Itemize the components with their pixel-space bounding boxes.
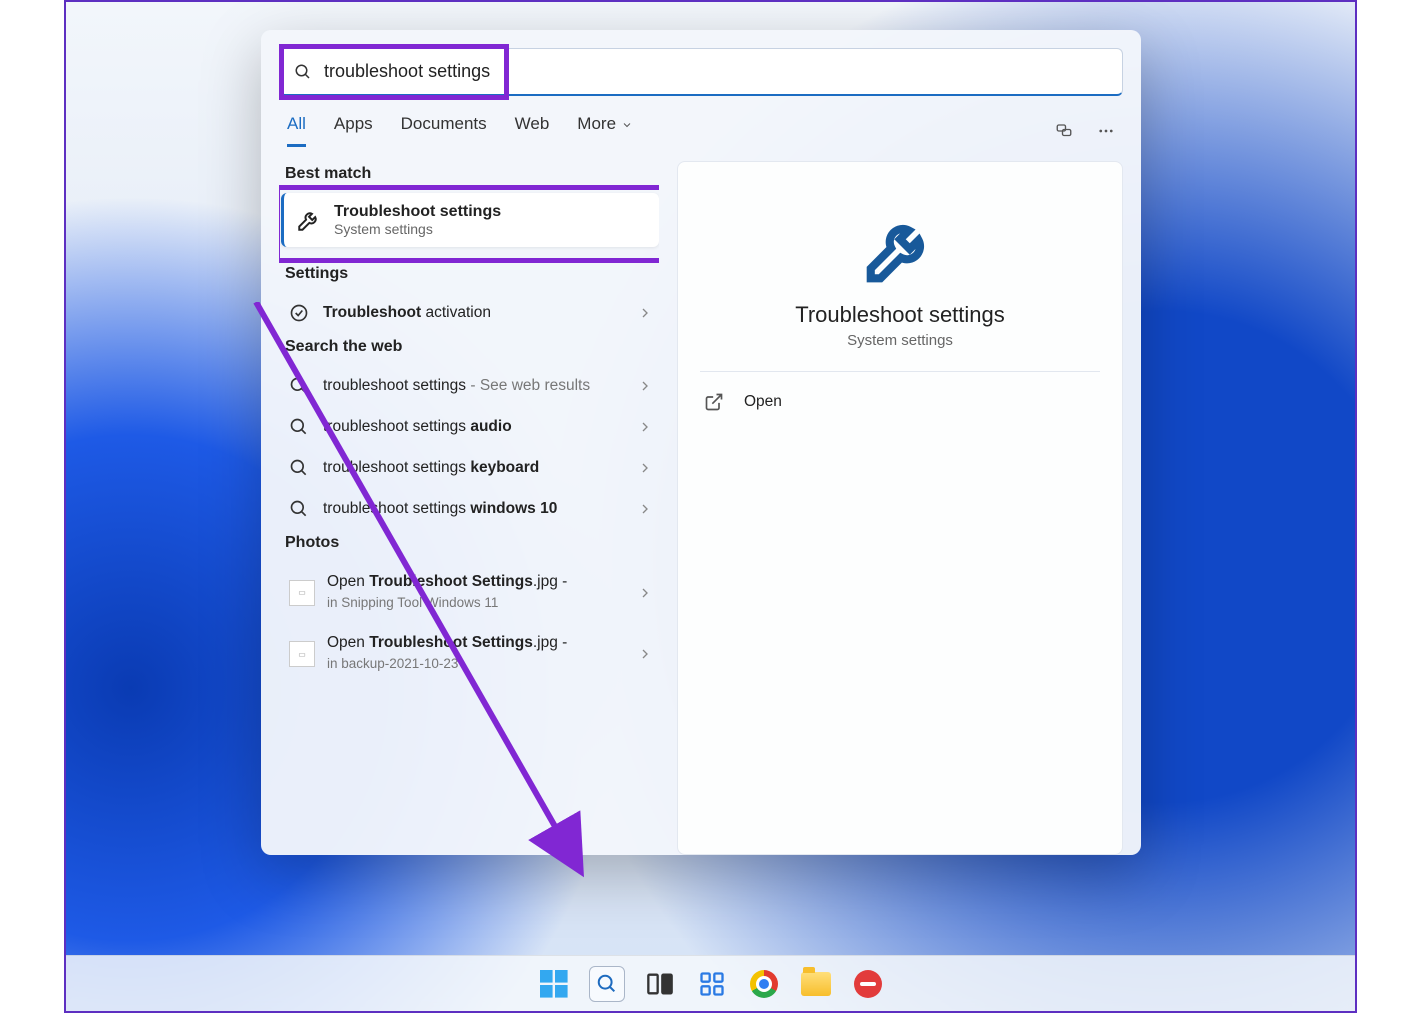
- chevron-right-icon: [637, 419, 653, 435]
- filter-tabs: All Apps Documents Web More: [287, 114, 1115, 147]
- tab-more[interactable]: More: [577, 114, 632, 147]
- search-input[interactable]: [324, 61, 1108, 82]
- photo-result[interactable]: ▭ Open Troubleshoot Settings.jpg -in bac…: [283, 623, 659, 685]
- image-thumb-icon: ▭: [289, 641, 315, 667]
- section-photos: Photos: [285, 534, 657, 552]
- ellipsis-icon[interactable]: [1097, 122, 1115, 140]
- chevron-right-icon: [637, 460, 653, 476]
- app-button[interactable]: [851, 967, 885, 1001]
- taskbar: [66, 955, 1355, 1011]
- start-button[interactable]: [537, 967, 571, 1001]
- task-view-icon: [646, 970, 674, 998]
- open-label: Open: [744, 393, 782, 411]
- chevron-down-icon: [621, 119, 633, 131]
- search-icon: [289, 499, 309, 519]
- task-view-button[interactable]: [643, 967, 677, 1001]
- detail-pane: Troubleshoot settings System settings Op…: [677, 161, 1123, 855]
- search-icon: [289, 376, 309, 396]
- best-match-result[interactable]: Troubleshoot settings System settings: [281, 193, 659, 247]
- tab-documents[interactable]: Documents: [401, 114, 487, 147]
- detail-subtitle: System settings: [847, 332, 953, 349]
- chevron-right-icon: [637, 501, 653, 517]
- best-match-subtitle: System settings: [334, 221, 501, 237]
- results-column: Best match Troubleshoot settings System …: [279, 161, 659, 855]
- start-search-panel: All Apps Documents Web More Best match T…: [261, 30, 1141, 855]
- chevron-right-icon: [637, 646, 653, 662]
- chevron-right-icon: [637, 378, 653, 394]
- detail-title: Troubleshoot settings: [795, 302, 1005, 328]
- search-bar[interactable]: [279, 48, 1123, 96]
- tab-apps[interactable]: Apps: [334, 114, 373, 147]
- best-match-title: Troubleshoot settings: [334, 203, 501, 221]
- photo-result[interactable]: ▭ Open Troubleshoot Settings.jpg -in Sni…: [283, 562, 659, 624]
- taskbar-search-button[interactable]: [589, 966, 625, 1002]
- chevron-right-icon: [637, 305, 653, 321]
- red-app-icon: [854, 970, 882, 998]
- chevron-right-icon: [637, 585, 653, 601]
- separator: [700, 371, 1100, 372]
- open-action[interactable]: Open: [700, 382, 1100, 422]
- chat-icon[interactable]: [1055, 122, 1073, 140]
- chrome-icon: [750, 970, 778, 998]
- section-best-match: Best match: [285, 165, 657, 183]
- chrome-button[interactable]: [747, 967, 781, 1001]
- search-icon: [294, 63, 312, 81]
- web-result[interactable]: troubleshoot settings - See web results: [283, 366, 659, 407]
- file-explorer-button[interactable]: [799, 967, 833, 1001]
- wrench-icon: [296, 207, 322, 233]
- external-link-icon: [704, 392, 724, 412]
- web-result[interactable]: troubleshoot settings keyboard: [283, 448, 659, 489]
- checkmark-circle-icon: [289, 303, 309, 323]
- folder-icon: [801, 972, 831, 996]
- settings-result[interactable]: Troubleshoot activation: [283, 293, 659, 334]
- web-result[interactable]: troubleshoot settings windows 10: [283, 489, 659, 530]
- web-result[interactable]: troubleshoot settings audio: [283, 407, 659, 448]
- search-icon: [289, 458, 309, 478]
- section-search-web: Search the web: [285, 338, 657, 356]
- section-settings: Settings: [285, 265, 657, 283]
- widgets-button[interactable]: [695, 967, 729, 1001]
- tab-all[interactable]: All: [287, 114, 306, 147]
- widgets-icon: [698, 970, 726, 998]
- search-icon: [596, 973, 618, 995]
- search-icon: [289, 417, 309, 437]
- wrench-icon: [861, 210, 939, 288]
- tab-web[interactable]: Web: [515, 114, 550, 147]
- image-thumb-icon: ▭: [289, 580, 315, 606]
